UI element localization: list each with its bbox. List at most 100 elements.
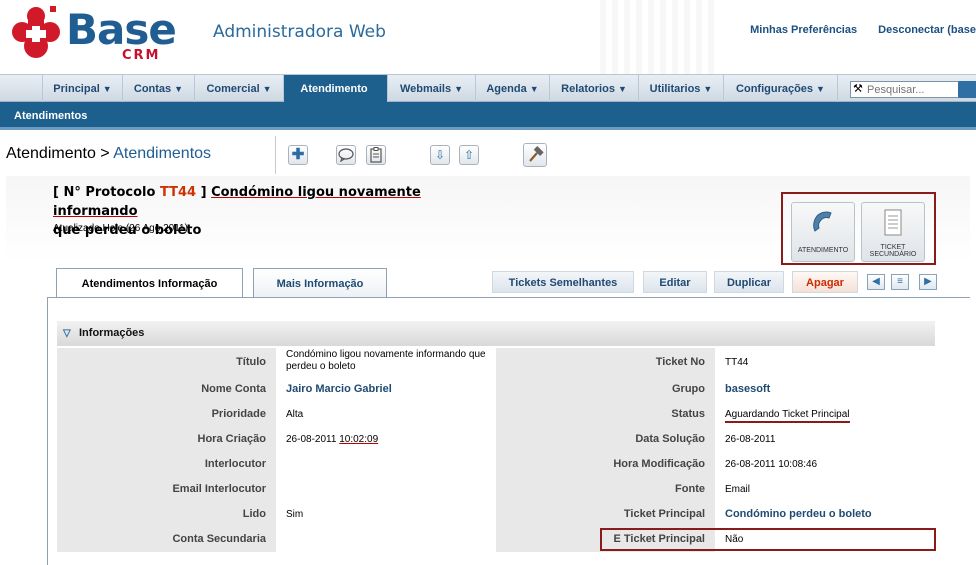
breadcrumb-current[interactable]: Atendimentos bbox=[113, 145, 211, 162]
nav-item-atendimento[interactable]: Atendimento bbox=[283, 75, 387, 102]
tab-mais-informacao[interactable]: Mais Informação bbox=[253, 268, 387, 298]
toolbar-divider bbox=[275, 136, 276, 174]
tickets-semelhantes-button[interactable]: Tickets Semelhantes bbox=[492, 271, 634, 293]
edit-button[interactable]: Editar bbox=[643, 271, 707, 293]
field-value-lido[interactable]: Sim bbox=[276, 502, 496, 527]
sub-nav: Atendimentos bbox=[0, 102, 976, 130]
ticket-secundario-button[interactable]: TICKET SECUNDÁRIO bbox=[861, 202, 925, 262]
nav-item-configuracoes[interactable]: Configurações ▼ bbox=[723, 75, 838, 102]
status-text: Aguardando Ticket Principal bbox=[725, 409, 850, 423]
table-row: Prioridade Alta Status Aguardando Ticket… bbox=[57, 402, 935, 427]
field-label: Ticket No bbox=[496, 348, 715, 377]
next-record-icon[interactable]: ▶ bbox=[919, 274, 937, 290]
field-label: Hora Criação bbox=[57, 427, 276, 452]
field-label: Lido bbox=[57, 502, 276, 527]
table-row: Hora Criação 26-08-2011 10:02:09 Data So… bbox=[57, 427, 935, 452]
nav-label: Comercial bbox=[206, 83, 260, 95]
table-row: Título Condómino ligou novamente informa… bbox=[57, 348, 935, 377]
field-value-conta-secundaria[interactable] bbox=[276, 527, 496, 552]
field-value-prioridade[interactable]: Alta bbox=[276, 402, 496, 427]
breadcrumb: Atendimento > Atendimentos bbox=[6, 145, 211, 163]
app-title: Administradora Web bbox=[213, 22, 386, 42]
action-buttons-group: ATENDIMENTO TICKET SECUNDÁRIO bbox=[781, 192, 936, 265]
breadcrumb-separator: > bbox=[95, 145, 114, 162]
last-updated: Atualizado Hoje (26 Ago 2011) bbox=[53, 223, 188, 234]
chevron-down-icon: ▼ bbox=[703, 84, 713, 94]
nav-label: Utilitarios bbox=[649, 83, 701, 95]
top-links: Minhas Preferências Desconectar (base bbox=[732, 24, 976, 36]
field-label: Título bbox=[57, 348, 276, 377]
field-label: Status bbox=[496, 402, 715, 427]
list-view-icon[interactable]: ≡ bbox=[891, 274, 909, 290]
logo-text: Base bbox=[66, 5, 177, 54]
field-value-interlocutor[interactable] bbox=[276, 452, 496, 477]
nav-label: Contas bbox=[133, 83, 172, 95]
atendimento-button[interactable]: ATENDIMENTO bbox=[791, 202, 855, 262]
field-label: Ticket Principal bbox=[496, 502, 715, 527]
field-value-ticket-no: TT44 bbox=[715, 348, 935, 377]
clipboard-icon[interactable] bbox=[366, 145, 386, 165]
field-label: Interlocutor bbox=[57, 452, 276, 477]
protocol-prefix: [ N° Protocolo bbox=[53, 185, 160, 200]
nav-item-comercial[interactable]: Comercial ▼ bbox=[194, 75, 283, 102]
chevron-down-icon: ▼ bbox=[529, 84, 539, 94]
search-input[interactable] bbox=[867, 82, 957, 97]
add-icon[interactable]: ✚ bbox=[288, 145, 308, 165]
field-label: Email Interlocutor bbox=[57, 477, 276, 502]
chevron-down-icon: ▼ bbox=[102, 84, 112, 94]
field-label: Grupo bbox=[496, 377, 715, 402]
hora-criacao-date: 26-08-2011 bbox=[286, 434, 340, 445]
duplicate-button[interactable]: Duplicar bbox=[714, 271, 784, 293]
logout-link[interactable]: Desconectar (base bbox=[878, 24, 976, 36]
table-row: Lido Sim Ticket Principal Condómino perd… bbox=[57, 502, 935, 527]
nav-item-webmails[interactable]: Webmails ▼ bbox=[387, 75, 475, 102]
comment-icon[interactable] bbox=[336, 145, 356, 165]
field-value-data-solucao[interactable]: 26-08-2011 bbox=[715, 427, 935, 452]
previous-record-icon[interactable]: ◀ bbox=[867, 274, 885, 290]
nav-item-utilitarios[interactable]: Utilitarios ▼ bbox=[638, 75, 723, 102]
ticket-icon bbox=[862, 209, 924, 243]
field-value-ticket-principal[interactable]: Condómino perdeu o boleto bbox=[715, 502, 935, 527]
delete-button[interactable]: Apagar bbox=[792, 271, 858, 293]
section-title: Informações bbox=[79, 327, 145, 339]
field-label: Nome Conta bbox=[57, 377, 276, 402]
import-icon[interactable]: ⇩ bbox=[430, 145, 450, 165]
field-label: Prioridade bbox=[57, 402, 276, 427]
field-value-fonte[interactable]: Email bbox=[715, 477, 935, 502]
phone-icon bbox=[792, 209, 854, 243]
nav-label: Webmails bbox=[399, 83, 452, 95]
tab-atendimentos-informacao[interactable]: Atendimentos Informação bbox=[56, 268, 243, 299]
export-icon[interactable]: ⇧ bbox=[459, 145, 479, 165]
nav-label: Agenda bbox=[486, 83, 527, 95]
nav-item-relatorios[interactable]: Relatorios ▼ bbox=[549, 75, 638, 102]
atendimento-label: ATENDIMENTO bbox=[797, 247, 849, 254]
hammer-icon[interactable] bbox=[523, 143, 547, 167]
chevron-down-icon: ▼ bbox=[174, 84, 184, 94]
table-row: Interlocutor Hora Modificação 26-08-2011… bbox=[57, 452, 935, 477]
nav-label: Principal bbox=[53, 83, 100, 95]
nav-label: Atendimento bbox=[300, 83, 368, 95]
nav-item-agenda[interactable]: Agenda ▼ bbox=[475, 75, 549, 102]
field-value-status[interactable]: Aguardando Ticket Principal bbox=[715, 402, 935, 427]
field-value-titulo[interactable]: Condómino ligou novamente informando que… bbox=[276, 348, 496, 377]
breadcrumb-root[interactable]: Atendimento bbox=[6, 145, 96, 162]
nav-label: Relatorios bbox=[561, 83, 615, 95]
subnav-item-atendimentos[interactable]: Atendimentos bbox=[14, 102, 87, 130]
field-label: Fonte bbox=[496, 477, 715, 502]
field-value-email-interlocutor[interactable] bbox=[276, 477, 496, 502]
search-button[interactable] bbox=[958, 81, 976, 98]
field-value-grupo[interactable]: basesoft bbox=[715, 377, 935, 402]
main-nav: Principal ▼ Contas ▼ Comercial ▼ Atendiment… bbox=[0, 74, 976, 102]
chevron-down-icon: ▼ bbox=[617, 84, 627, 94]
nav-label: Configurações bbox=[736, 83, 814, 95]
field-value-nome-conta[interactable]: Jairo Marcio Gabriel bbox=[276, 377, 496, 402]
nav-item-contas[interactable]: Contas ▼ bbox=[122, 75, 194, 102]
tools-icon: ⚒ bbox=[853, 83, 863, 95]
logo-sub: CRM bbox=[122, 48, 161, 63]
chevron-down-icon: ▼ bbox=[816, 84, 825, 94]
logo[interactable]: Base CRM bbox=[10, 4, 177, 64]
field-label: Conta Secundaria bbox=[57, 527, 276, 552]
section-informacoes[interactable]: ▽ Informações bbox=[57, 321, 935, 346]
nav-item-principal[interactable]: Principal ▼ bbox=[42, 75, 122, 102]
preferences-link[interactable]: Minhas Preferências bbox=[750, 24, 857, 36]
